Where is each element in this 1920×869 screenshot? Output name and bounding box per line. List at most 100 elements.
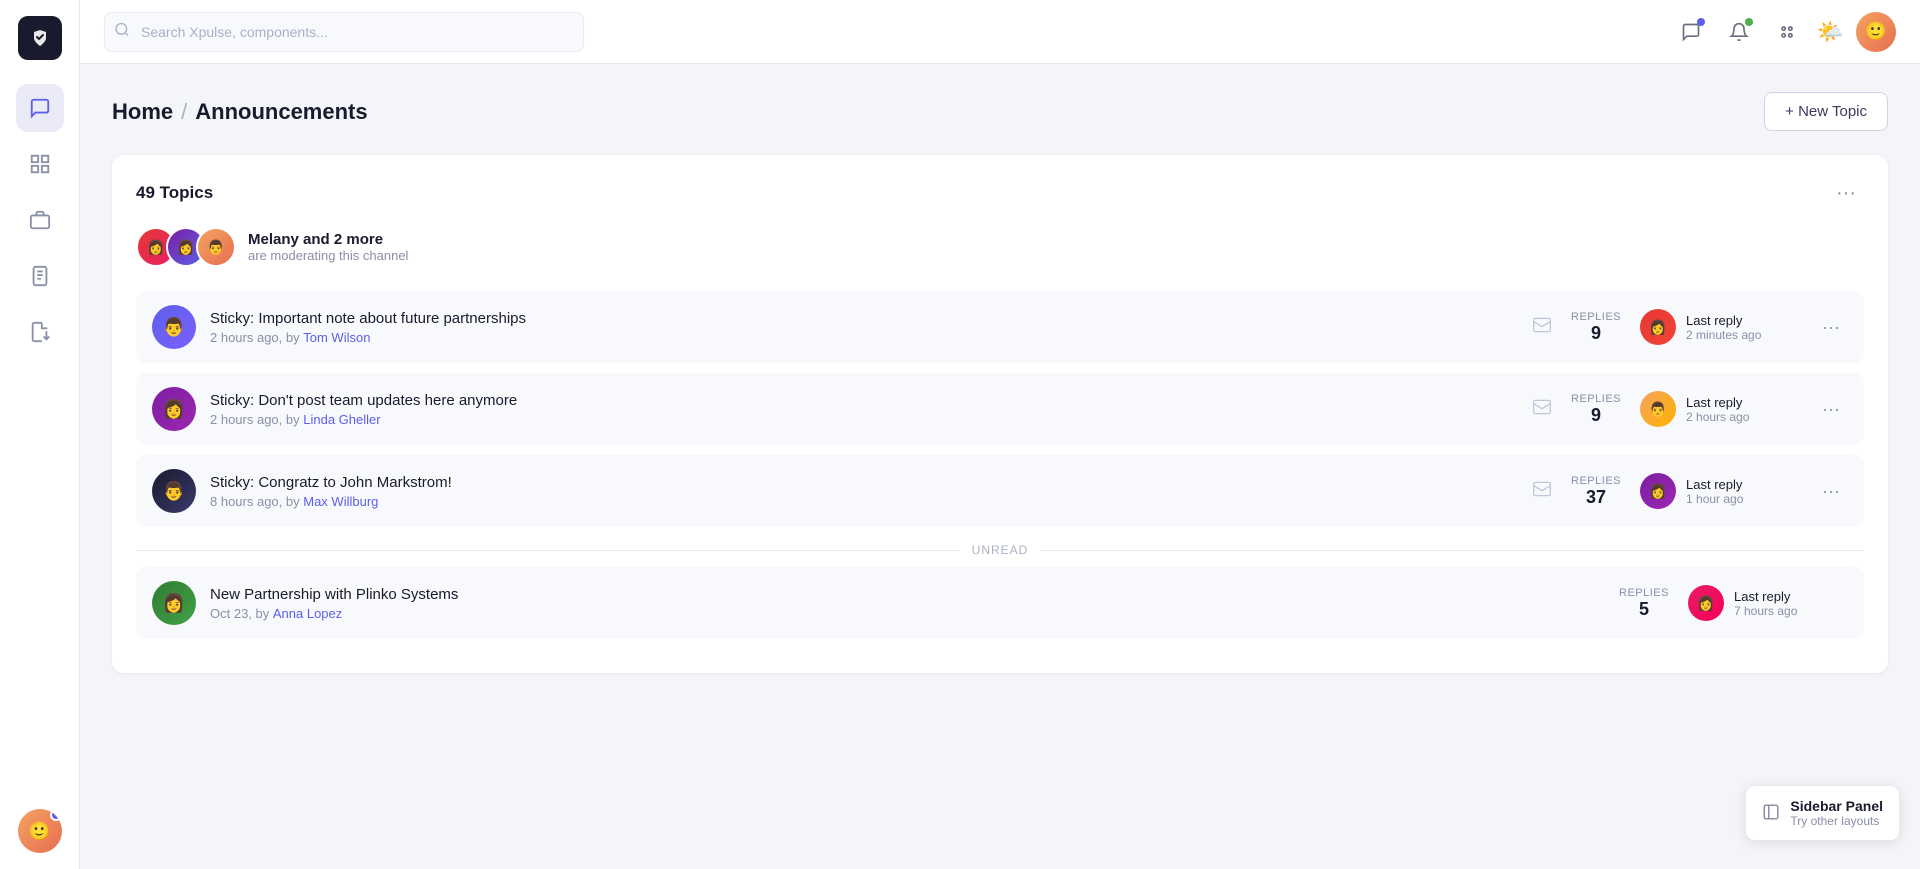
breadcrumb-row: Home / Announcements + New Topic xyxy=(112,92,1888,131)
topic-meta-1: 2 hours ago, by Tom Wilson xyxy=(210,330,1518,345)
topic-meta-2: 2 hours ago, by Linda Gheller xyxy=(210,412,1518,427)
replies-label-1: REPLIES xyxy=(1566,311,1626,323)
last-reply-label-2: Last reply xyxy=(1686,395,1749,410)
topic-author-4[interactable]: Anna Lopez xyxy=(273,606,342,621)
topic-title-1: Sticky: Important note about future part… xyxy=(210,310,1518,327)
topic-more-button-1[interactable]: ··· xyxy=(1814,313,1848,342)
last-reply-time-3: 1 hour ago xyxy=(1686,492,1743,506)
topic-info-2: Sticky: Don't post team updates here any… xyxy=(210,392,1518,427)
topic-last-reply-1: 👩 Last reply 2 minutes ago xyxy=(1640,309,1800,345)
sidebar-panel-hint-text: Sidebar Panel Try other layouts xyxy=(1790,798,1883,828)
topic-meta-4: Oct 23, by Anna Lopez xyxy=(210,606,1600,621)
moderator-avatar-3: 👨 xyxy=(196,227,236,267)
sidebar-item-grid[interactable] xyxy=(16,140,64,188)
replies-label-4: REPLIES xyxy=(1614,587,1674,599)
topic-by-3: by xyxy=(286,494,303,509)
last-reply-info-1: Last reply 2 minutes ago xyxy=(1686,313,1761,342)
unread-label: UNREAD xyxy=(972,543,1029,557)
breadcrumb-home[interactable]: Home xyxy=(112,99,173,125)
table-row[interactable]: 👨 Sticky: Important note about future pa… xyxy=(136,291,1864,363)
last-reply-label-1: Last reply xyxy=(1686,313,1761,328)
search-wrapper xyxy=(104,12,584,52)
theme-toggle-button[interactable]: 🌤️ xyxy=(1817,19,1844,45)
topic-avatar-2: 👩 xyxy=(152,387,196,431)
replies-label-2: REPLIES xyxy=(1566,393,1626,405)
topics-panel: 49 Topics ··· 👩 👩 👨 Melany a xyxy=(112,155,1888,673)
topic-time-1: 2 hours ago xyxy=(210,330,279,345)
topic-more-button-3[interactable]: ··· xyxy=(1814,477,1848,506)
moderators-row: 👩 👩 👨 Melany and 2 more are moderating t… xyxy=(136,227,1864,267)
messages-notification-dot xyxy=(1697,18,1705,26)
last-reply-label-3: Last reply xyxy=(1686,477,1743,492)
main-content: 🌤️ 🙂 Home / Announcements + New Topic 49… xyxy=(80,0,1920,869)
last-reply-label-4: Last reply xyxy=(1734,589,1797,604)
topics-count: 49 Topics xyxy=(136,183,213,203)
topbar: 🌤️ 🙂 xyxy=(80,0,1920,64)
topic-more-button-2[interactable]: ··· xyxy=(1814,395,1848,424)
breadcrumb-separator: / xyxy=(181,99,187,125)
app-logo[interactable] xyxy=(18,16,62,60)
topic-meta-3: 8 hours ago, by Max Willburg xyxy=(210,494,1518,509)
topic-author-1[interactable]: Tom Wilson xyxy=(303,330,370,345)
replies-count-4: 5 xyxy=(1614,599,1674,620)
divider-line-left xyxy=(136,550,960,551)
topic-info-4: New Partnership with Plinko Systems Oct … xyxy=(210,586,1600,621)
unread-divider: UNREAD xyxy=(136,543,1864,557)
table-row[interactable]: 👨 Sticky: Congratz to John Markstrom! 8 … xyxy=(136,455,1864,527)
topic-last-reply-4: 👩 Last reply 7 hours ago xyxy=(1688,585,1848,621)
notifications-button[interactable] xyxy=(1721,14,1757,50)
topic-last-reply-3: 👩 Last reply 1 hour ago xyxy=(1640,473,1800,509)
table-row[interactable]: 👩 Sticky: Don't post team updates here a… xyxy=(136,373,1864,445)
sidebar-user-section: 🙂 xyxy=(18,809,62,853)
last-reply-info-4: Last reply 7 hours ago xyxy=(1734,589,1797,618)
topic-by-4: by xyxy=(256,606,273,621)
topbar-right: 🌤️ 🙂 xyxy=(1673,12,1896,52)
last-reply-time-2: 2 hours ago xyxy=(1686,410,1749,424)
topic-time-2: 2 hours ago xyxy=(210,412,279,427)
topic-replies-1: REPLIES 9 xyxy=(1566,311,1626,344)
topic-time-4: Oct 23 xyxy=(210,606,248,621)
topic-time-3: 8 hours ago xyxy=(210,494,279,509)
divider-line-right xyxy=(1040,550,1864,551)
sidebar-panel-hint[interactable]: Sidebar Panel Try other layouts xyxy=(1745,785,1900,841)
topic-info-1: Sticky: Important note about future part… xyxy=(210,310,1518,345)
topic-title-2: Sticky: Don't post team updates here any… xyxy=(210,392,1518,409)
topic-replies-3: REPLIES 37 xyxy=(1566,475,1626,508)
replies-label-3: REPLIES xyxy=(1566,475,1626,487)
topic-author-3[interactable]: Max Willburg xyxy=(303,494,378,509)
topic-replies-4: REPLIES 5 xyxy=(1614,587,1674,620)
sidebar-user-avatar[interactable]: 🙂 xyxy=(18,809,62,853)
sidebar-item-announcements[interactable] xyxy=(16,84,64,132)
topic-info-3: Sticky: Congratz to John Markstrom! 8 ho… xyxy=(210,474,1518,509)
moderators-subtitle: are moderating this channel xyxy=(248,248,408,263)
topic-author-2[interactable]: Linda Gheller xyxy=(303,412,380,427)
sidebar-item-notes[interactable] xyxy=(16,308,64,356)
last-reply-info-2: Last reply 2 hours ago xyxy=(1686,395,1749,424)
table-row[interactable]: 👩 New Partnership with Plinko Systems Oc… xyxy=(136,567,1864,639)
sidebar-notification-badge xyxy=(50,809,62,821)
last-reply-time-4: 7 hours ago xyxy=(1734,604,1797,618)
sidebar-item-document[interactable] xyxy=(16,252,64,300)
topic-by-1: by xyxy=(286,330,303,345)
search-icon xyxy=(114,21,130,42)
sidebar-panel-hint-icon xyxy=(1762,803,1780,824)
last-reply-avatar-3: 👩 xyxy=(1640,473,1676,509)
apps-button[interactable] xyxy=(1769,14,1805,50)
search-input[interactable] xyxy=(104,12,584,52)
replies-count-3: 37 xyxy=(1566,487,1626,508)
topbar-user-avatar[interactable]: 🙂 xyxy=(1856,12,1896,52)
page-content: Home / Announcements + New Topic 49 Topi… xyxy=(80,64,1920,869)
last-reply-time-1: 2 minutes ago xyxy=(1686,328,1761,342)
mail-icon-2 xyxy=(1532,397,1552,422)
topic-by-2: by xyxy=(286,412,303,427)
notifications-notification-dot xyxy=(1745,18,1753,26)
topics-more-button[interactable]: ··· xyxy=(1828,179,1864,207)
sidebar-item-briefcase[interactable] xyxy=(16,196,64,244)
mail-icon-1 xyxy=(1532,315,1552,340)
new-topic-button[interactable]: + New Topic xyxy=(1764,92,1888,131)
mail-icon-3 xyxy=(1532,479,1552,504)
moderators-avatars: 👩 👩 👨 xyxy=(136,227,236,267)
topic-replies-2: REPLIES 9 xyxy=(1566,393,1626,426)
replies-count-1: 9 xyxy=(1566,323,1626,344)
messages-button[interactable] xyxy=(1673,14,1709,50)
